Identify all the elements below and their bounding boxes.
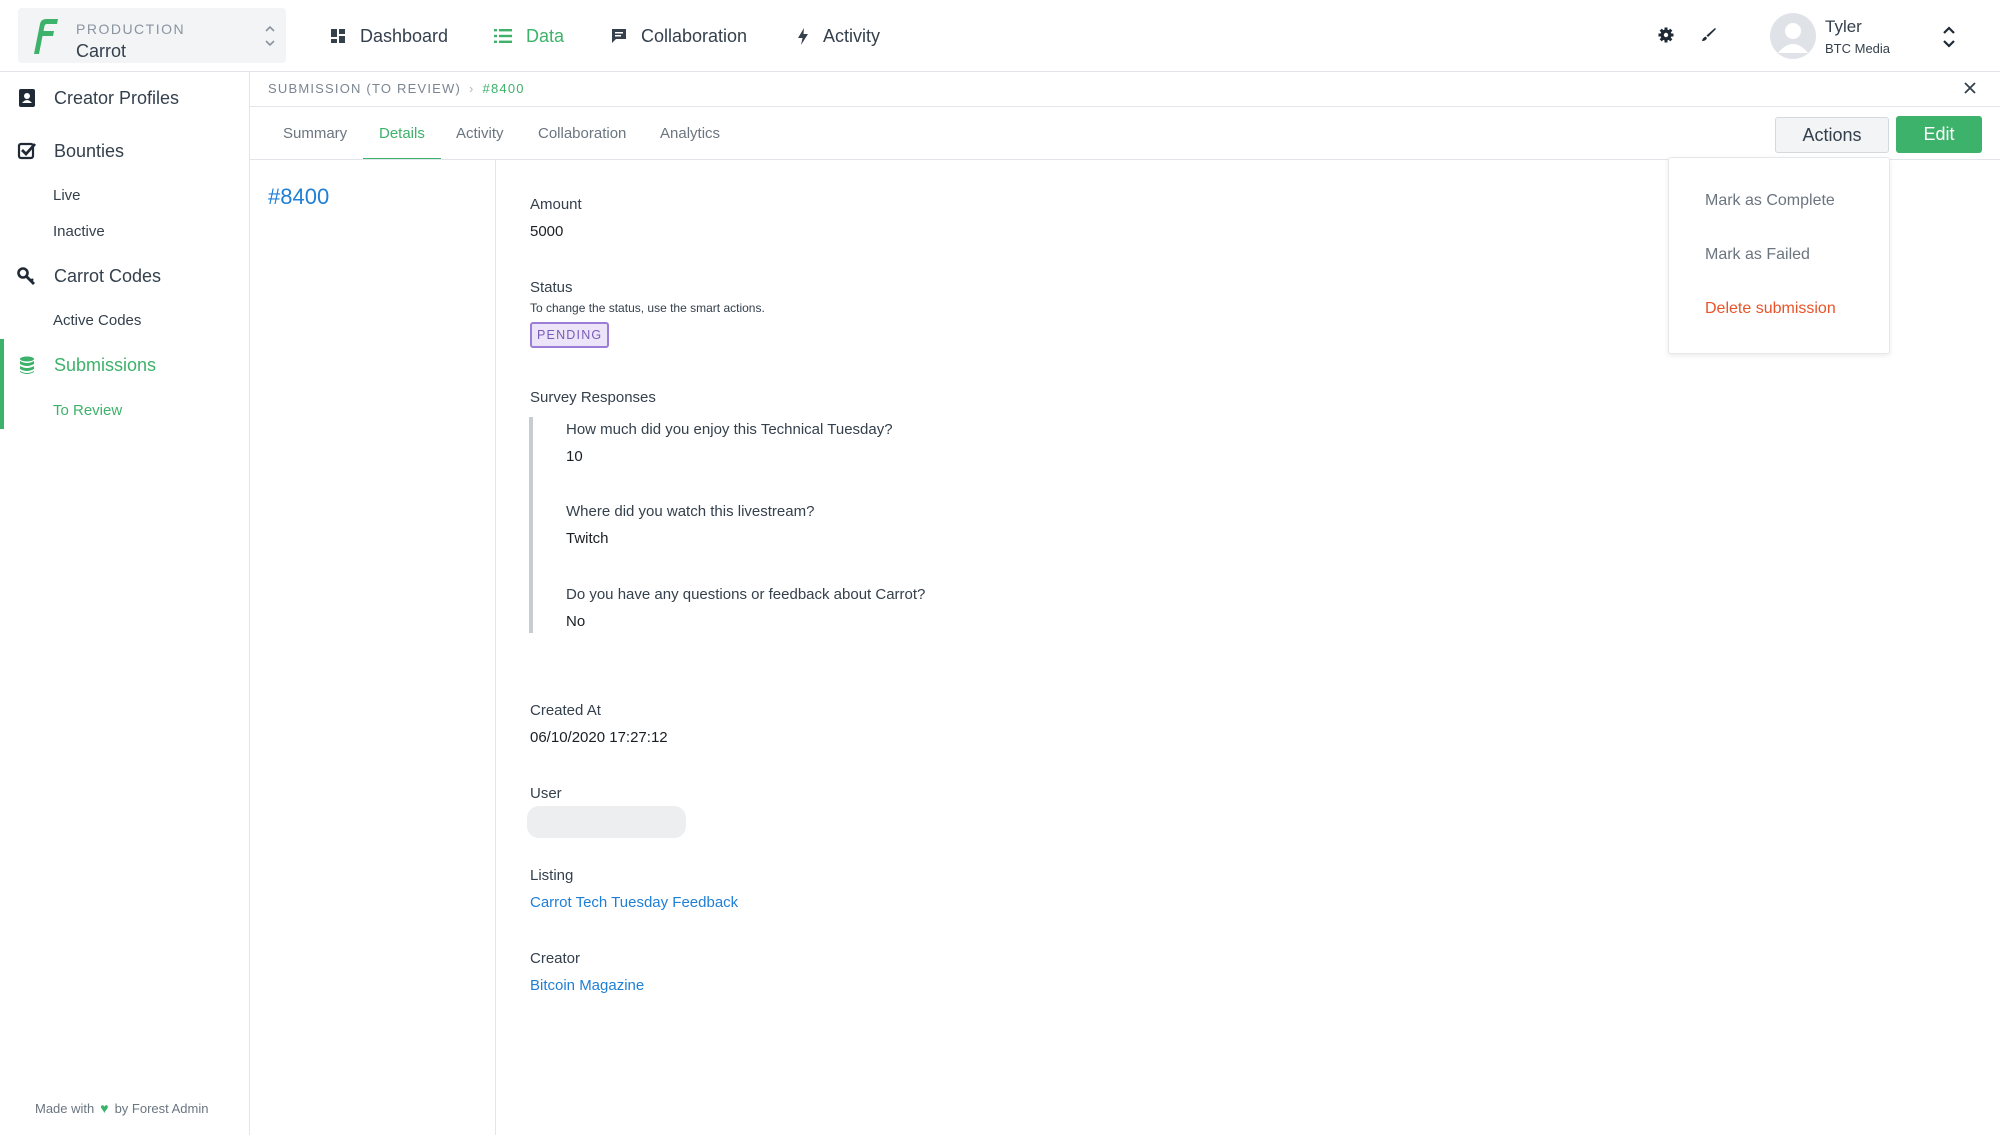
survey-question: Do you have any questions or feedback ab… — [566, 586, 926, 603]
close-icon[interactable] — [1962, 80, 1978, 96]
tab-summary[interactable]: Summary — [283, 125, 347, 142]
tab-details[interactable]: Details — [379, 125, 425, 142]
status-help-text: To change the status, use the smart acti… — [530, 301, 765, 315]
sidebar-item-carrot-codes[interactable]: Carrot Codes — [0, 258, 249, 294]
chat-icon — [612, 29, 626, 43]
field-label-survey-responses: Survey Responses — [530, 389, 656, 406]
heart-icon: ♥ — [100, 1100, 109, 1116]
nav-data[interactable]: Data — [494, 22, 564, 50]
survey-answer: Twitch — [566, 530, 609, 547]
edit-button[interactable]: Edit — [1896, 116, 1982, 153]
chevron-right-icon: › — [469, 81, 475, 96]
chevron-updown-icon — [265, 25, 275, 47]
status-badge: PENDING — [530, 322, 610, 348]
breadcrumb-current: #8400 — [482, 81, 525, 96]
breadcrumb: SUBMISSION (TO REVIEW) › #8400 — [268, 81, 525, 96]
actions-button[interactable]: Actions — [1775, 117, 1889, 153]
sidebar-item-bounties[interactable]: Bounties — [0, 133, 249, 169]
field-label-created-at: Created At — [530, 702, 601, 719]
field-value-amount: 5000 — [530, 223, 564, 240]
sidebar-sub-to-review[interactable]: To Review — [53, 402, 122, 419]
sidebar-sub-inactive[interactable]: Inactive — [53, 223, 105, 240]
user-organization: BTC Media — [1825, 41, 1891, 56]
nav-activity[interactable]: Activity — [797, 22, 880, 50]
list-icon — [494, 29, 512, 43]
footer-by: by Forest Admin — [114, 1100, 209, 1116]
actions-dropdown: Mark as Complete Mark as Failed Delete s… — [1668, 157, 1890, 354]
bolt-icon — [798, 27, 808, 45]
sidebar-item-label: Bounties — [54, 140, 125, 161]
user-avatar-icon — [1778, 23, 1808, 53]
avatar[interactable] — [1770, 13, 1816, 59]
brush-icon[interactable] — [1698, 25, 1718, 45]
key-icon — [17, 267, 35, 285]
sidebar-item-label: Creator Profiles — [54, 87, 180, 108]
survey-answer: 10 — [566, 448, 583, 465]
top-bar: PRODUCTION Carrot Dashboard Data Collabo… — [0, 0, 2000, 72]
field-label-amount: Amount — [530, 196, 582, 213]
sidebar-item-label: Carrot Codes — [54, 265, 162, 286]
environment-label: PRODUCTION — [76, 21, 186, 37]
sidebar-item-creator-profiles[interactable]: Creator Profiles — [0, 80, 249, 116]
record-id: #8400 — [268, 184, 330, 209]
nav-collaboration[interactable]: Collaboration — [611, 22, 747, 50]
database-icon — [20, 356, 34, 374]
survey-question: How much did you enjoy this Technical Tu… — [566, 421, 893, 438]
sidebar-item-submissions[interactable]: Submissions — [0, 347, 249, 383]
contact-card-icon — [19, 89, 35, 107]
tab-collaboration[interactable]: Collaboration — [538, 125, 626, 142]
field-label-user: User — [530, 785, 562, 802]
forest-logo-icon — [34, 19, 58, 54]
sidebar-sub-active-codes[interactable]: Active Codes — [53, 312, 141, 329]
sidebar-sub-live[interactable]: Live — [53, 187, 81, 204]
record-summary-column: #8400 — [250, 160, 496, 1135]
nav-data-label: Data — [526, 25, 565, 46]
user-reference-pill[interactable] — [527, 806, 686, 838]
sidebar-item-label: Submissions — [54, 354, 157, 375]
listing-link[interactable]: Carrot Tech Tuesday Feedback — [530, 894, 738, 911]
checkbox-icon — [17, 142, 37, 160]
sidebar-footer[interactable]: Made with ♥ by Forest Admin — [35, 1100, 209, 1116]
survey-question: Where did you watch this livestream? — [566, 503, 815, 520]
dashboard-icon — [331, 29, 345, 43]
chevron-updown-icon[interactable] — [1942, 24, 1956, 50]
field-label-listing: Listing — [530, 867, 574, 884]
mark-as-failed-action[interactable]: Mark as Failed — [1705, 246, 1810, 264]
nav-dashboard[interactable]: Dashboard — [330, 22, 448, 50]
environment-switcher[interactable]: PRODUCTION Carrot — [18, 8, 286, 63]
creator-link[interactable]: Bitcoin Magazine — [530, 977, 644, 994]
field-label-creator: Creator — [530, 950, 581, 967]
field-value-created-at: 06/10/2020 17:27:12 — [530, 729, 668, 746]
mark-as-complete-action[interactable]: Mark as Complete — [1705, 192, 1835, 210]
sidebar: Creator Profiles Bounties Live Inactive … — [0, 72, 250, 1135]
survey-quote-bar — [529, 417, 533, 633]
field-label-status: Status — [530, 279, 573, 296]
nav-collaboration-label: Collaboration — [641, 25, 748, 46]
footer-made-with: Made with — [35, 1100, 95, 1116]
nav-activity-label: Activity — [823, 25, 881, 46]
tab-activity[interactable]: Activity — [456, 125, 504, 142]
project-name: Carrot — [76, 41, 127, 61]
nav-dashboard-label: Dashboard — [360, 25, 449, 46]
survey-answer: No — [566, 613, 586, 630]
tab-analytics[interactable]: Analytics — [660, 125, 720, 142]
delete-submission-action[interactable]: Delete submission — [1705, 300, 1836, 318]
gear-icon[interactable] — [1656, 25, 1676, 45]
divider — [250, 106, 2000, 107]
breadcrumb-parent[interactable]: SUBMISSION (TO REVIEW) — [268, 81, 461, 96]
user-name: Tyler — [1825, 17, 1862, 36]
